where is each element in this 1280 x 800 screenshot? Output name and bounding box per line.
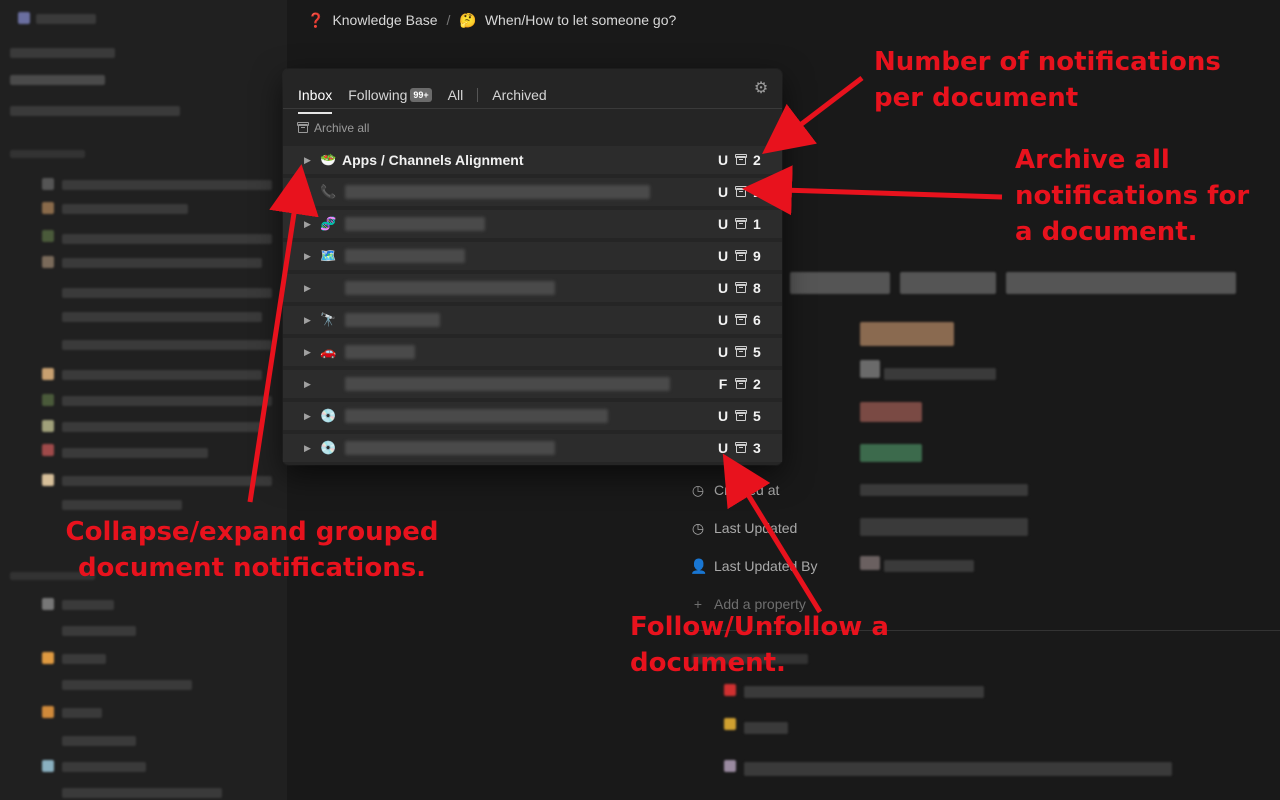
annotation-collapse: Collapse/expand grouped document notific… [65, 517, 439, 583]
annotation-archive: Archive all notifications for a document… [1015, 145, 1250, 247]
annotation-follow: Follow/Unfollow a document. [630, 612, 889, 678]
arrow-count [762, 76, 864, 155]
arrow-follow [722, 453, 823, 614]
annotation-count: Number of notifications per document [874, 47, 1221, 113]
arrow-archive [742, 165, 1003, 216]
arrow-collapse [247, 164, 319, 503]
